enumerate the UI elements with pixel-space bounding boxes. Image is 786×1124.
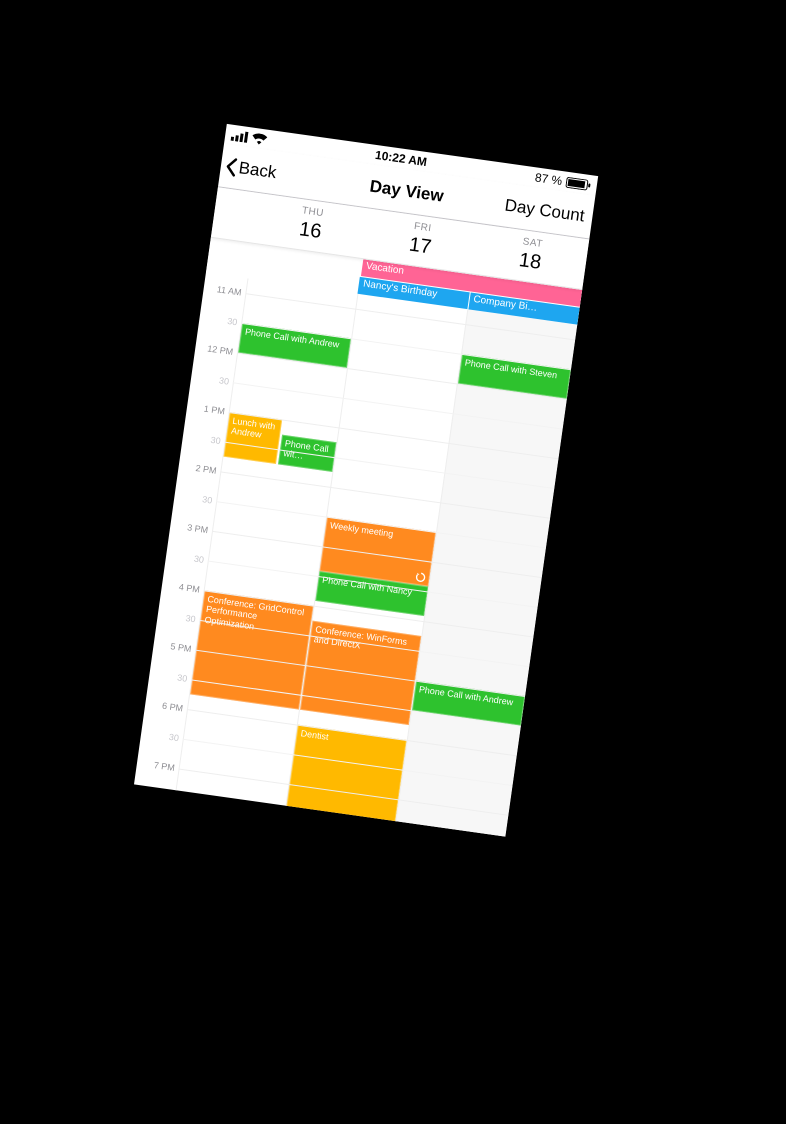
time-label: 30 [193,554,204,565]
status-left [231,129,268,145]
time-label: 30 [218,375,229,386]
time-label: 30 [177,672,188,683]
time-label: 30 [210,435,221,446]
battery-icon [565,176,591,190]
time-label: 1 PM [203,404,225,417]
time-label: 11 AM [216,284,242,297]
event-title: Weekly meeting [329,520,394,539]
phone-frame: 10:22 AM 87 % Back Day View Day Count TH… [134,124,598,837]
event-phone-steven[interactable]: Phone Call with Steven [458,354,571,399]
time-label: 12 PM [207,343,234,357]
time-label: 30 [227,316,238,327]
event-phone-andrew[interactable]: Phone Call with Andrew [238,323,351,368]
event-phone-andrew-2[interactable]: Phone Call with Andrew [412,681,525,726]
time-label: 6 PM [162,701,184,714]
recurring-icon [415,572,426,583]
time-label: 5 PM [170,641,192,654]
time-label: 7 PM [153,760,175,773]
time-label: 3 PM [187,522,209,535]
time-label: 30 [185,613,196,624]
wifi-icon [251,132,267,145]
back-label: Back [237,158,277,183]
event-dentist[interactable]: Dentist [280,725,407,837]
event-phone-call-short[interactable]: Phone Call wit… [278,435,337,472]
cellular-signal-icon [231,129,249,142]
chevron-left-icon [224,156,239,177]
event-lunch-andrew[interactable]: Lunch with Andrew [223,412,282,464]
time-label: 30 [168,732,179,743]
time-label: 2 PM [195,463,217,476]
event-conference-winforms[interactable]: Conference: WinForms and DirectX [300,621,421,725]
day-count-button[interactable]: Day Count [504,195,594,227]
event-conference-gridcontrol[interactable]: Conference: GridControl Performance Opti… [190,590,314,709]
battery-percent: 87 % [534,170,563,188]
back-button[interactable]: Back [220,155,278,183]
calendar-grid[interactable]: 11 AM 30 12 PM 30 1 PM 30 2 PM 30 3 PM 3… [134,272,577,836]
time-label: 4 PM [178,582,200,595]
time-label: 30 [202,494,213,505]
